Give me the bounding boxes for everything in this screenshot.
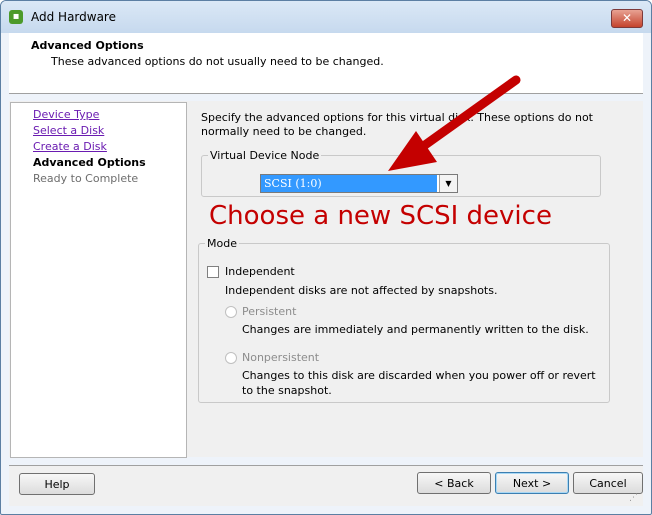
wizard-steps-nav: Device Type Select a Disk Create a Disk … [10, 102, 187, 458]
nonpersistent-note: Changes to this disk are discarded when … [242, 369, 596, 397]
step-select-disk[interactable]: Select a Disk [33, 124, 104, 137]
title-bar[interactable]: ▪ Add Hardware ✕ [1, 1, 651, 33]
resize-grip-icon[interactable]: ⋰ [629, 493, 639, 503]
chevron-down-icon[interactable]: ▼ [439, 175, 457, 192]
mode-legend: Mode [207, 237, 237, 250]
wizard-footer: Help < Back Next > Cancel ⋰ [9, 465, 643, 506]
help-button[interactable]: Help [19, 473, 95, 495]
persistent-label[interactable]: Persistent [242, 305, 296, 318]
virtual-device-node-legend: Virtual Device Node [210, 149, 320, 162]
nonpersistent-radio[interactable] [225, 352, 237, 364]
options-description: Specify the advanced options for this vi… [201, 111, 593, 138]
step-advanced-options: Advanced Options [33, 156, 146, 169]
mode-group: Mode Independent Independent disks are n… [198, 237, 610, 403]
add-hardware-window: ▪ Add Hardware ✕ Advanced Options These … [0, 0, 652, 515]
page-title: Advanced Options [31, 39, 144, 52]
next-button[interactable]: Next > [495, 472, 569, 494]
app-icon: ▪ [9, 10, 23, 24]
persistent-note: Changes are immediately and permanently … [242, 323, 589, 336]
step-device-type[interactable]: Device Type [33, 108, 99, 121]
independent-label[interactable]: Independent [225, 265, 295, 278]
virtual-device-node-group: Virtual Device Node SCSI (1:0) ▼ [201, 149, 601, 197]
independent-note: Independent disks are not affected by sn… [225, 284, 498, 297]
back-button[interactable]: < Back [417, 472, 491, 494]
annotation-text: Choose a new SCSI device [209, 201, 552, 231]
close-button[interactable]: ✕ [611, 9, 643, 28]
step-create-disk[interactable]: Create a Disk [33, 140, 107, 153]
virtual-device-node-select[interactable]: SCSI (1:0) ▼ [260, 174, 458, 193]
wizard-header: Advanced Options These advanced options … [9, 33, 643, 94]
independent-checkbox[interactable] [207, 266, 219, 278]
step-ready-to-complete: Ready to Complete [33, 172, 139, 185]
virtual-device-node-value: SCSI (1:0) [261, 175, 437, 192]
wizard-content: Device Type Select a Disk Create a Disk … [9, 101, 643, 458]
persistent-radio[interactable] [225, 306, 237, 318]
nonpersistent-label[interactable]: Nonpersistent [242, 351, 319, 364]
page-subtitle: These advanced options do not usually ne… [51, 55, 384, 68]
window-title: Add Hardware [31, 10, 116, 24]
cancel-button[interactable]: Cancel [573, 472, 643, 494]
